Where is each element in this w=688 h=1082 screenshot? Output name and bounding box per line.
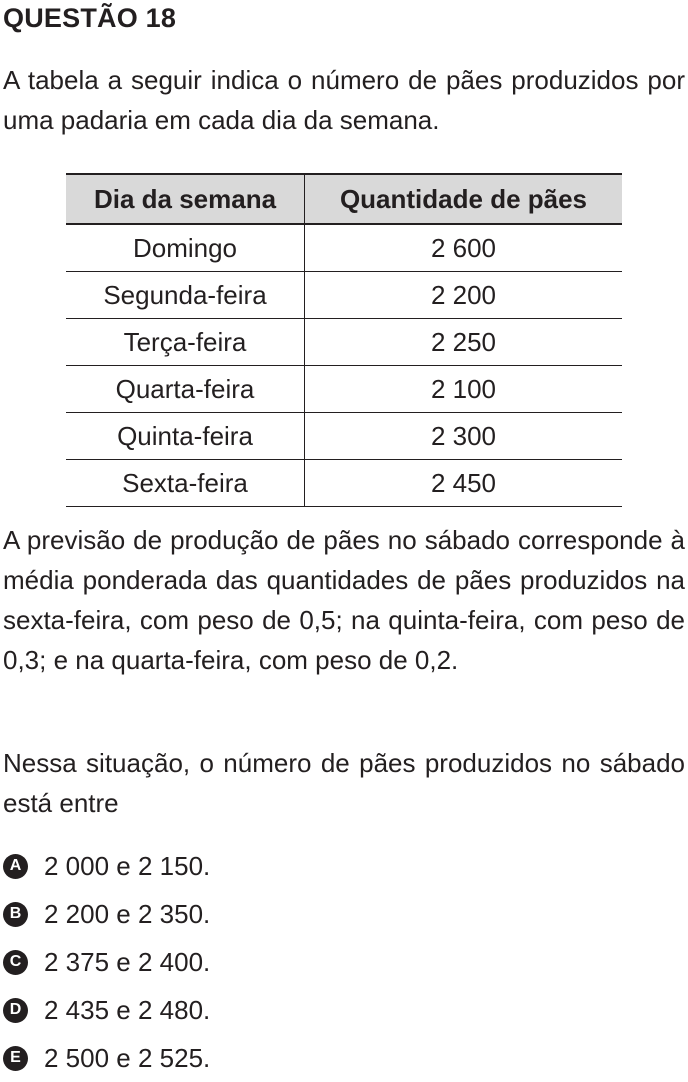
table-cell-day: Sexta-feira xyxy=(66,459,305,507)
option-d[interactable]: D 2 435 e 2 480. xyxy=(3,986,210,1034)
question-body: A previsão de produção de pães no sábado… xyxy=(3,525,685,675)
table-cell-quantity: 2 600 xyxy=(304,224,622,272)
question-page: QUESTÃO 18 A tabela a seguir indica o nú… xyxy=(0,0,688,1073)
table-cell-quantity: 2 250 xyxy=(304,318,622,366)
table-cell-day: Quinta-feira xyxy=(66,412,305,460)
table-cell-day: Terça-feira xyxy=(66,318,305,366)
table-row: Quinta-feira 2 300 xyxy=(66,412,622,460)
table-row: Quarta-feira 2 100 xyxy=(66,365,622,413)
option-letter-badge: A xyxy=(3,853,28,879)
option-a[interactable]: A 2 000 e 2 150. xyxy=(3,842,210,890)
bread-production-table: Dia da semana Quantidade de pães Domingo… xyxy=(66,173,622,507)
option-e[interactable]: E 2 500 e 2 525. xyxy=(3,1034,210,1082)
option-text: 2 375 e 2 400. xyxy=(44,946,211,977)
table-row: Domingo 2 600 xyxy=(66,224,622,272)
table-row: Segunda-feira 2 200 xyxy=(66,271,622,319)
table-header-day: Dia da semana xyxy=(66,173,305,225)
option-text: 2 500 e 2 525. xyxy=(44,1042,211,1073)
option-letter-badge: D xyxy=(3,997,28,1023)
question-prompt: Nessa situação, o número de pães produzi… xyxy=(3,748,685,818)
table-header-row: Dia da semana Quantidade de pães xyxy=(66,173,622,225)
option-letter-badge: C xyxy=(3,949,28,975)
table-row: Terça-feira 2 250 xyxy=(66,318,622,366)
option-letter-badge: B xyxy=(3,901,28,927)
option-letter-badge: E xyxy=(3,1045,28,1071)
table-cell-quantity: 2 300 xyxy=(304,412,622,460)
table-cell-quantity: 2 100 xyxy=(304,365,622,413)
option-text: 2 200 e 2 350. xyxy=(44,898,211,929)
table-cell-day: Segunda-feira xyxy=(66,271,305,319)
option-text: 2 435 e 2 480. xyxy=(44,994,211,1025)
table-cell-day: Domingo xyxy=(66,224,305,272)
table-cell-quantity: 2 450 xyxy=(304,459,622,507)
question-intro: A tabela a seguir indica o número de pãe… xyxy=(3,65,685,135)
table-cell-quantity: 2 200 xyxy=(304,271,622,319)
option-text: 2 000 e 2 150. xyxy=(44,850,211,881)
answer-options: A 2 000 e 2 150. B 2 200 e 2 350. C 2 37… xyxy=(3,842,210,1082)
table-row: Sexta-feira 2 450 xyxy=(66,459,622,507)
option-c[interactable]: C 2 375 e 2 400. xyxy=(3,938,210,986)
question-title: QUESTÃO 18 xyxy=(3,3,177,33)
option-b[interactable]: B 2 200 e 2 350. xyxy=(3,890,210,938)
table-header-quantity: Quantidade de pães xyxy=(304,173,622,225)
table-cell-day: Quarta-feira xyxy=(66,365,305,413)
